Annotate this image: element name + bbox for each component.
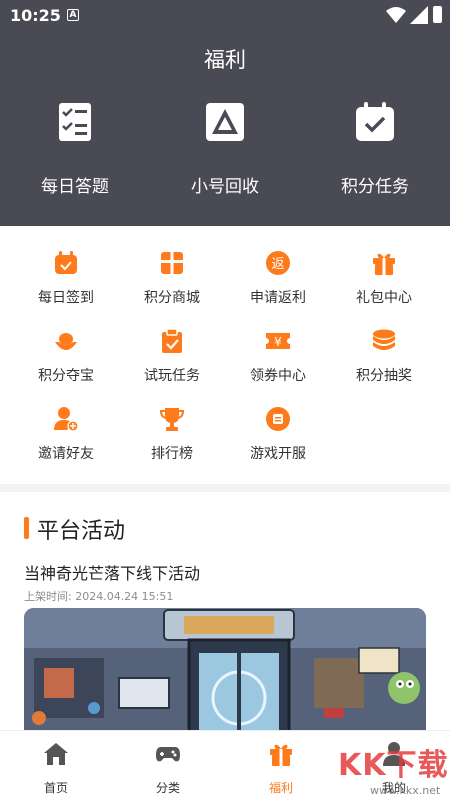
watermark-brand: KK下载 [338,748,449,783]
battery-icon [433,6,442,23]
recycle-triangle-icon [206,103,244,141]
grid-item-leaderboard[interactable]: 排行榜 [116,406,228,463]
gift-package-icon [373,253,395,275]
rebate-icon: 返 [266,251,290,275]
activity-banner-image[interactable] [24,608,426,733]
grid-item-game-server-open[interactable]: 游戏开服 [222,406,334,463]
grid-item-coupon-center[interactable]: ¥ 领券中心 [222,328,334,385]
calendar-check-icon [356,102,394,141]
coupon-icon: ¥ [266,333,290,349]
grid-label: 游戏开服 [250,446,306,462]
grid-item-trial-task[interactable]: 试玩任务 [116,328,228,385]
points-task-label: 积分任务 [341,177,409,197]
nav-category[interactable]: 分类 [112,741,224,796]
grid-label: 每日签到 [38,290,94,306]
grid-label: 领券中心 [250,368,306,384]
wifi-icon [386,7,406,23]
section-divider [0,484,450,492]
checklist-icon [59,103,91,141]
grid-item-points-lottery[interactable]: 积分抽奖 [328,328,440,385]
status-time: 10:25 [10,6,61,25]
account-recycle-label: 小号回收 [191,177,259,197]
add-user-icon [54,407,79,432]
watermark: KK下载 www.kkx.net [300,740,450,800]
home-icon [44,743,68,765]
grid-item-invite-friends[interactable]: 邀请好友 [10,406,122,463]
grid-label: 积分商城 [144,290,200,306]
section-title: 平台活动 [37,519,126,544]
watermark-url: www.kkx.net [370,784,441,797]
trophy-icon [159,408,185,431]
banner-illustration [24,608,426,733]
header-panel: 10:25 A 福利 每日答题 小号回收 积分任务 [0,0,450,226]
grid-item-apply-rebate[interactable]: 返 申请返利 [222,250,334,307]
grid-label: 试玩任务 [144,368,200,384]
account-recycle-button[interactable]: 小号回收 [160,100,290,197]
grid-label: 排行榜 [151,446,193,462]
grid-label: 申请返利 [250,290,306,306]
grid-item-daily-signin[interactable]: 每日签到 [10,250,122,307]
coins-stack-icon [373,329,395,350]
calendar-signin-icon [55,251,77,274]
grid-label: 礼包中心 [356,290,412,306]
grid-item-gift-center[interactable]: 礼包中心 [328,250,440,307]
gamepad-icon [156,747,180,762]
nav-home[interactable]: 首页 [0,741,112,796]
grid-item-points-treasure[interactable]: 积分夺宝 [10,328,122,385]
svg-text:¥: ¥ [274,335,282,349]
grid-label: 积分抽奖 [356,368,412,384]
daily-quiz-label: 每日答题 [41,177,109,197]
status-bar: 10:25 A [0,0,450,32]
svg-text:返: 返 [271,257,284,272]
feature-grid: 每日签到 积分商城 返 申请返利 礼包中心 积分夺宝 试玩任务 ¥ 领券中心 积… [0,226,450,484]
signal-icon [410,6,428,24]
section-accent-bar [24,517,29,539]
daily-quiz-button[interactable]: 每日答题 [10,100,140,197]
page-title: 福利 [204,48,246,72]
nav-label: 首页 [43,781,68,795]
clipboard-check-icon [162,328,182,353]
gift-icon [270,744,292,766]
gold-ingot-icon [55,333,77,350]
nav-label: 分类 [155,781,180,795]
activity-title[interactable]: 当神奇光芒落下线下活动 [24,560,200,584]
grid-item-points-mall[interactable]: 积分商城 [116,250,228,307]
server-open-icon [266,407,290,431]
grid-label: 邀请好友 [38,446,94,462]
points-task-button[interactable]: 积分任务 [310,100,440,197]
grid-label: 积分夺宝 [38,368,94,384]
gift-box-icon [161,252,183,274]
activity-time: 上架时间: 2024.04.24 15:51 [24,590,174,603]
notification-a-icon: A [67,9,79,21]
